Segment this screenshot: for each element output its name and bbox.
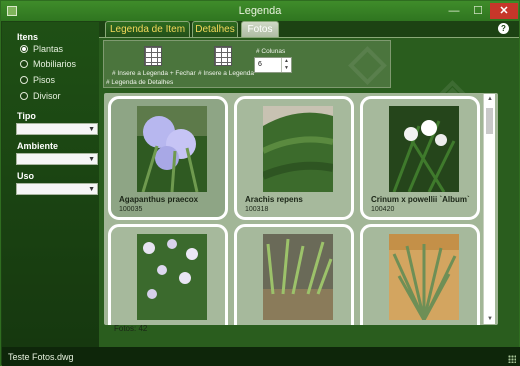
ribbon-group: # Insere a Legenda + Fechar # Insere a L… [103,40,391,88]
photo-card[interactable]: Crinum x powellii `Album` 100420 [360,96,480,220]
scroll-up-icon[interactable]: ▲ [485,96,495,102]
radio-mobiliarios[interactable]: Mobiliarios [20,59,76,69]
plant-photo [389,106,459,192]
uso-label: Uso [17,171,35,181]
tab-detalhes[interactable]: Detalhes [192,21,238,37]
plant-photo [263,234,333,320]
scroll-thumb[interactable] [486,108,493,134]
table-icon [144,46,162,66]
tipo-label: Tipo [17,111,36,121]
itens-heading: Itens [17,32,39,42]
minimize-button[interactable]: — [444,3,464,19]
ambiente-select[interactable]: ▼ [16,153,98,165]
photo-card[interactable]: Agapanthus praecox 100035 [108,96,228,220]
photo-count: Fotos: 42 [114,324,148,333]
ribbon-group-label: # Legenda de Detalhes [106,79,174,86]
radio-selected-icon[interactable] [20,45,28,53]
help-icon[interactable]: ? [498,23,509,34]
radio-icon[interactable] [20,76,28,84]
insert-close-button[interactable]: # Insere a Legenda + Fechar [112,45,196,79]
photo-card[interactable] [360,224,480,325]
title-bar: Legenda — ☐ ✕ [1,1,519,21]
stepper-arrows-icon[interactable]: ▲ ▼ [281,58,291,72]
radio-pisos[interactable]: Pisos [20,75,55,85]
status-bar: Teste Fotos.dwg [2,347,520,366]
ambiente-label: Ambiente [17,141,59,151]
table-icon [214,46,232,66]
card-code: 100420 [371,206,395,213]
insert-button[interactable]: # Insere a Legenda [198,45,255,79]
columns-stepper[interactable]: 6 ▲ ▼ [254,57,292,73]
plant-photo [137,234,207,320]
radio-plantas[interactable]: Plantas [20,44,63,54]
uso-select[interactable]: ▼ [16,183,98,195]
fotos-panel: ◇ ◈ # Insere a Legenda + Fechar # Insere… [99,37,519,347]
photo-gallery: Agapanthus praecox 100035 Arachis repens… [104,93,498,325]
tab-fotos[interactable]: Fotos [241,21,279,37]
card-code: 100035 [119,206,143,213]
plant-photo [389,234,459,320]
photo-card[interactable] [234,224,354,325]
window-title: Legenda [238,5,282,17]
plant-photo [137,106,207,192]
close-button[interactable]: ✕ [490,3,518,19]
chevron-down-icon: ▼ [88,186,95,193]
radio-divisor[interactable]: Divisor [20,91,61,101]
card-name: Arachis repens [245,195,303,204]
photo-card[interactable]: Arachis repens 100318 [234,96,354,220]
radio-icon[interactable] [20,60,28,68]
radio-label: Mobiliarios [33,59,77,69]
status-file: Teste Fotos.dwg [8,352,74,362]
columns-value[interactable]: 6 [258,61,262,68]
radio-label: Plantas [33,44,64,54]
tipo-select[interactable]: ▼ [16,123,98,135]
plant-photo [263,106,333,192]
card-name: Agapanthus praecox [119,195,199,204]
chevron-down-icon: ▼ [88,156,95,163]
resize-grip-icon[interactable] [508,355,516,363]
insert-close-label: # Insere a Legenda + Fechar [112,70,196,77]
sidebar: Itens Plantas Mobiliarios Pisos Divisor … [2,22,99,347]
app-window: Legenda — ☐ ✕ Itens Plantas Mobiliarios … [0,0,520,366]
radio-label: Divisor [33,91,61,101]
radio-label: Pisos [33,75,56,85]
card-name: Crinum x powellii `Album` [371,195,470,204]
insert-label: # Insere a Legenda [198,70,255,77]
maximize-button[interactable]: ☐ [468,3,488,19]
card-code: 100318 [245,206,269,213]
columns-label: # Colunas [256,48,286,55]
radio-icon[interactable] [20,92,28,100]
gallery-scrollbar[interactable]: ▲ ▼ [483,94,495,324]
tab-legenda-de-item[interactable]: Legenda de Item [105,21,190,37]
photo-card[interactable] [108,224,228,325]
scroll-down-icon[interactable]: ▼ [485,316,495,322]
chevron-down-icon: ▼ [88,126,95,133]
